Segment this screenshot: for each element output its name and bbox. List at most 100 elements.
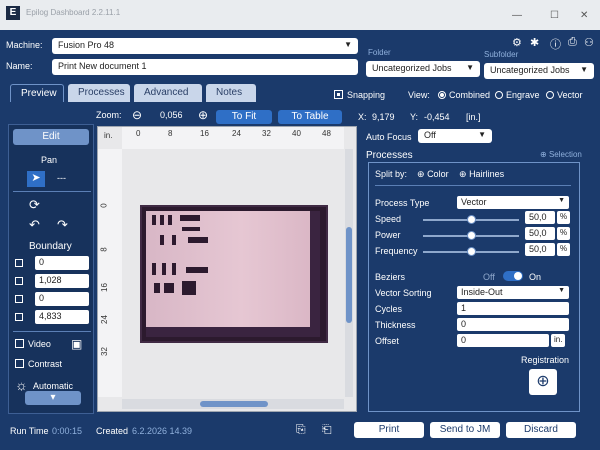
video-checkbox[interactable]: Video [15, 339, 51, 349]
zoom-out-icon[interactable]: ⊖ [132, 108, 142, 122]
tab-notes[interactable]: Notes [206, 84, 256, 102]
chevron-down-icon: ▼ [558, 197, 565, 204]
boundary-label: Boundary [29, 241, 72, 252]
run-time-value: 0:00:15 [52, 426, 83, 436]
thickness-input[interactable]: 0 [457, 318, 569, 331]
design-mark [188, 237, 208, 243]
undo-icon[interactable]: ↶ [29, 217, 40, 233]
vector-sorting-select[interactable]: Inside-Out ▼ [457, 286, 569, 299]
boundary-bottom-input[interactable]: 4,833 [35, 310, 89, 324]
boundary-left-input[interactable]: 0 [35, 256, 89, 270]
info-icon[interactable]: ⓘ [550, 36, 561, 52]
automatic-label: Automatic [33, 381, 74, 391]
process-type-select[interactable]: Vector ▼ [457, 196, 569, 209]
epilog-e-icon[interactable]: ✱ [530, 36, 539, 49]
cycles-input[interactable]: 1 [457, 302, 569, 315]
frequency-input[interactable]: 50,0 [525, 243, 555, 256]
folder-download-icon[interactable]: ⎘ [296, 422, 306, 437]
boundary-top-input[interactable]: 0 [35, 292, 89, 306]
tab-processes[interactable]: Processes [68, 84, 130, 102]
camera-image-icon[interactable]: ▣ [71, 337, 82, 351]
job-name-input[interactable]: Print New document 1 [52, 59, 358, 75]
design-artwork [146, 211, 320, 337]
combined-label: Combined [449, 90, 491, 100]
speed-input[interactable]: 50,0 [525, 211, 555, 224]
folder-upload-icon[interactable]: ⎗ [322, 422, 332, 437]
processes-title: Processes [366, 150, 413, 161]
chevron-down-icon: ▼ [558, 287, 565, 294]
speed-slider[interactable] [423, 215, 519, 224]
registration-label: Registration [521, 355, 570, 365]
edit-button[interactable]: Edit [13, 129, 89, 145]
horizontal-scroll-thumb[interactable] [200, 401, 268, 407]
close-icon[interactable]: ✕ [580, 10, 588, 21]
printer-icon[interactable]: ⎙ [568, 36, 577, 49]
window-title: Epilog Dashboard 2.2.11.1 [26, 8, 121, 17]
machine-value: Fusion Pro 48 [58, 40, 115, 50]
power-slider[interactable] [423, 231, 519, 240]
to-fit-button[interactable]: To Fit [216, 110, 272, 124]
design-mark [160, 215, 164, 225]
vertical-scrollbar[interactable] [345, 149, 353, 397]
pan-label: Pan [41, 155, 58, 165]
view-combined-radio[interactable]: Combined [438, 90, 490, 100]
frequency-slider[interactable] [423, 247, 519, 256]
folder-select[interactable]: Uncategorized Jobs ▼ [366, 61, 480, 77]
minimize-icon[interactable]: — [512, 10, 522, 21]
subfolder-value: Uncategorized Jobs [490, 65, 570, 75]
snapping-checkbox[interactable]: Snapping [334, 90, 385, 100]
view-label: View: [408, 90, 430, 100]
title-bar: E Epilog Dashboard 2.2.11.1 — ☐ ✕ [0, 0, 600, 30]
machine-select[interactable]: Fusion Pro 48 ▼ [52, 38, 358, 54]
tab-advanced[interactable]: Advanced [134, 84, 202, 102]
preview-canvas[interactable]: in. 0 8 16 24 32 40 48 0 8 16 24 32 [97, 126, 357, 412]
ruler-left: 0 8 16 24 32 [98, 149, 122, 397]
ruler-top: 0 8 16 24 32 40 48 [122, 127, 344, 149]
view-vector-radio[interactable]: Vector [546, 90, 583, 100]
power-slider-knob[interactable] [467, 231, 476, 240]
user-icon[interactable]: ⚇ [584, 36, 594, 49]
offset-unit: in. [551, 334, 566, 347]
discard-button[interactable]: Discard [506, 422, 576, 438]
pointer-value: --- [57, 173, 66, 183]
view-engrave-radio[interactable]: Engrave [495, 90, 540, 100]
auto-focus-select[interactable]: Off ▼ [418, 129, 492, 143]
collapse-button[interactable]: ▾ [25, 391, 81, 405]
process-settings-panel: Split by: ⊕ Color ⊕ Hairlines Process Ty… [368, 162, 580, 412]
ruler-tick: 40 [292, 129, 301, 138]
redo-icon[interactable]: ↷ [57, 217, 68, 233]
send-to-jm-button[interactable]: Send to JM [430, 422, 500, 438]
beziers-label: Beziers [375, 272, 406, 282]
print-button[interactable]: Print [354, 422, 424, 438]
to-table-button[interactable]: To Table [278, 110, 342, 124]
refresh-icon[interactable]: ⟳ [29, 197, 40, 213]
maximize-icon[interactable]: ☐ [550, 10, 559, 21]
registration-crosshair-icon[interactable]: ⊕ [529, 369, 557, 395]
gear-icon[interactable]: ⚙ [512, 36, 522, 49]
split-by-color-button[interactable]: ⊕ Color [417, 169, 449, 180]
add-selection-button[interactable]: ⊕ Selection [540, 150, 582, 159]
tab-preview[interactable]: Preview [10, 84, 64, 102]
pointer-tool-icon[interactable]: ➤ [27, 171, 45, 187]
ruler-tick: 16 [99, 283, 109, 292]
name-label: Name: [6, 61, 33, 71]
boundary-right-input[interactable]: 1,028 [35, 274, 89, 288]
contrast-checkbox[interactable]: Contrast [15, 359, 62, 369]
split-by-hairlines-button[interactable]: ⊕ Hairlines [459, 169, 504, 180]
vertical-scroll-thumb[interactable] [346, 227, 352, 323]
vector-sorting-value: Inside-Out [461, 287, 503, 297]
beziers-toggle[interactable] [503, 271, 523, 281]
power-input[interactable]: 50,0 [525, 227, 555, 240]
horizontal-scrollbar[interactable] [122, 399, 344, 409]
design-mark [168, 215, 172, 225]
offset-input[interactable]: 0 [457, 334, 549, 347]
subfolder-select[interactable]: Uncategorized Jobs ▼ [484, 63, 594, 79]
frequency-slider-knob[interactable] [467, 247, 476, 256]
boundary-left-icon [15, 259, 23, 267]
process-type-value: Vector [461, 197, 487, 207]
speed-slider-knob[interactable] [467, 215, 476, 224]
divider [13, 331, 91, 332]
design-mark [162, 263, 166, 275]
zoom-in-icon[interactable]: ⊕ [198, 108, 208, 122]
job-design-preview[interactable] [140, 205, 328, 343]
